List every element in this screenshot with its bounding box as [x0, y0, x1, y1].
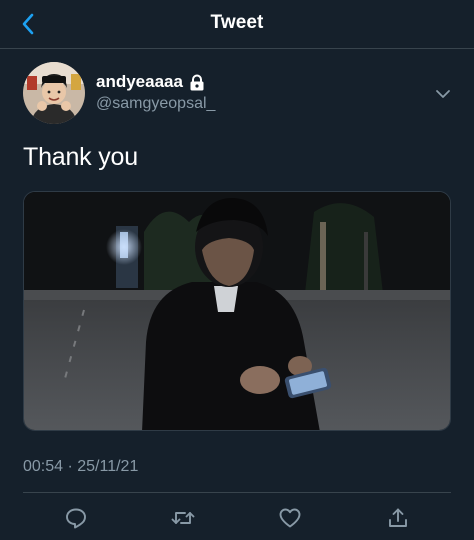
reply-button[interactable]	[62, 504, 90, 532]
avatar[interactable]	[23, 62, 85, 124]
lock-icon	[190, 74, 204, 90]
chevron-down-icon	[436, 90, 450, 98]
avatar-image	[23, 62, 85, 124]
heart-icon	[279, 508, 301, 528]
divider	[23, 492, 451, 493]
tweet-timestamp: 00:54 · 25/11/21	[23, 458, 139, 475]
display-name[interactable]: andyeaaaa	[96, 72, 205, 92]
tweet-author: andyeaaaa @samgyeopsal_	[23, 62, 463, 126]
like-button[interactable]	[276, 504, 304, 532]
retweet-icon	[171, 512, 195, 524]
share-icon	[389, 508, 407, 527]
page-title: Tweet	[210, 12, 264, 33]
display-name-text: andyeaaaa	[96, 72, 183, 91]
tweet-text: Thank you	[23, 143, 138, 171]
photo-image	[24, 192, 450, 430]
user-handle[interactable]: @samgyeopsal_	[96, 95, 215, 113]
tweet-actions	[0, 500, 474, 536]
retweet-button[interactable]	[169, 504, 197, 532]
reply-icon	[66, 508, 86, 529]
tweet-detail-screen: Tweet andyeaaaa @samgyeopsal_ Thank you …	[0, 0, 474, 540]
tweet-media-photo[interactable]	[23, 191, 451, 431]
more-options-button[interactable]	[433, 84, 453, 104]
share-button[interactable]	[384, 504, 412, 532]
top-bar: Tweet	[0, 0, 474, 49]
